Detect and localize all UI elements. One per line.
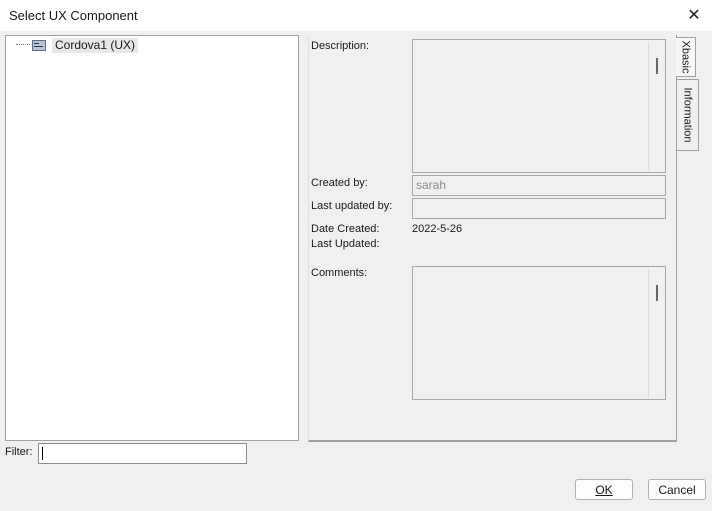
date-created-value: 2022-5-26 xyxy=(412,223,463,235)
comments-label: Comments: xyxy=(311,267,368,279)
close-icon[interactable]: ✕ xyxy=(680,4,708,26)
tree-item-label: Cordova1 (UX) xyxy=(52,37,139,53)
filter-input[interactable] xyxy=(38,443,247,464)
created-by-label: Created by: xyxy=(311,177,368,189)
title-bar: Select UX Component ✕ xyxy=(0,0,712,31)
tab-information[interactable]: Information xyxy=(677,79,699,151)
component-tree[interactable]: Cordova1 (UX) xyxy=(5,35,299,441)
ok-button-label: OK xyxy=(595,482,613,497)
filter-label: Filter: xyxy=(5,446,33,458)
ux-component-icon xyxy=(32,39,46,51)
window-title: Select UX Component xyxy=(9,8,138,23)
description-label: Description: xyxy=(311,40,370,52)
select-ux-component-dialog: Select UX Component ✕ Cordova1 (UX) Filt… xyxy=(0,0,712,511)
cancel-button-label: Cancel xyxy=(658,482,696,497)
last-updated-by-field xyxy=(412,198,666,219)
tab-xbasic-label: Xbasic xyxy=(679,40,692,74)
tree-item-cordova1[interactable]: Cordova1 (UX) xyxy=(16,37,139,53)
ok-button[interactable]: OK xyxy=(575,479,633,500)
tree-connector-line xyxy=(16,44,30,46)
date-created-label: Date Created: xyxy=(311,223,380,235)
comments-scroll-track xyxy=(648,269,649,397)
comments-textarea[interactable] xyxy=(412,266,666,400)
tab-information-label: Information xyxy=(681,87,694,143)
comments-scrollbar[interactable] xyxy=(656,285,658,301)
created-by-field: sarah xyxy=(412,175,666,196)
tab-xbasic[interactable]: Xbasic xyxy=(676,37,696,77)
cancel-button[interactable]: Cancel xyxy=(648,479,706,500)
last-updated-by-label: Last updated by: xyxy=(311,200,393,212)
description-scrollbar[interactable] xyxy=(656,58,658,74)
last-updated-label: Last Updated: xyxy=(311,238,380,250)
text-caret xyxy=(42,447,43,460)
description-textarea[interactable] xyxy=(412,39,666,173)
description-scroll-track xyxy=(648,42,649,170)
